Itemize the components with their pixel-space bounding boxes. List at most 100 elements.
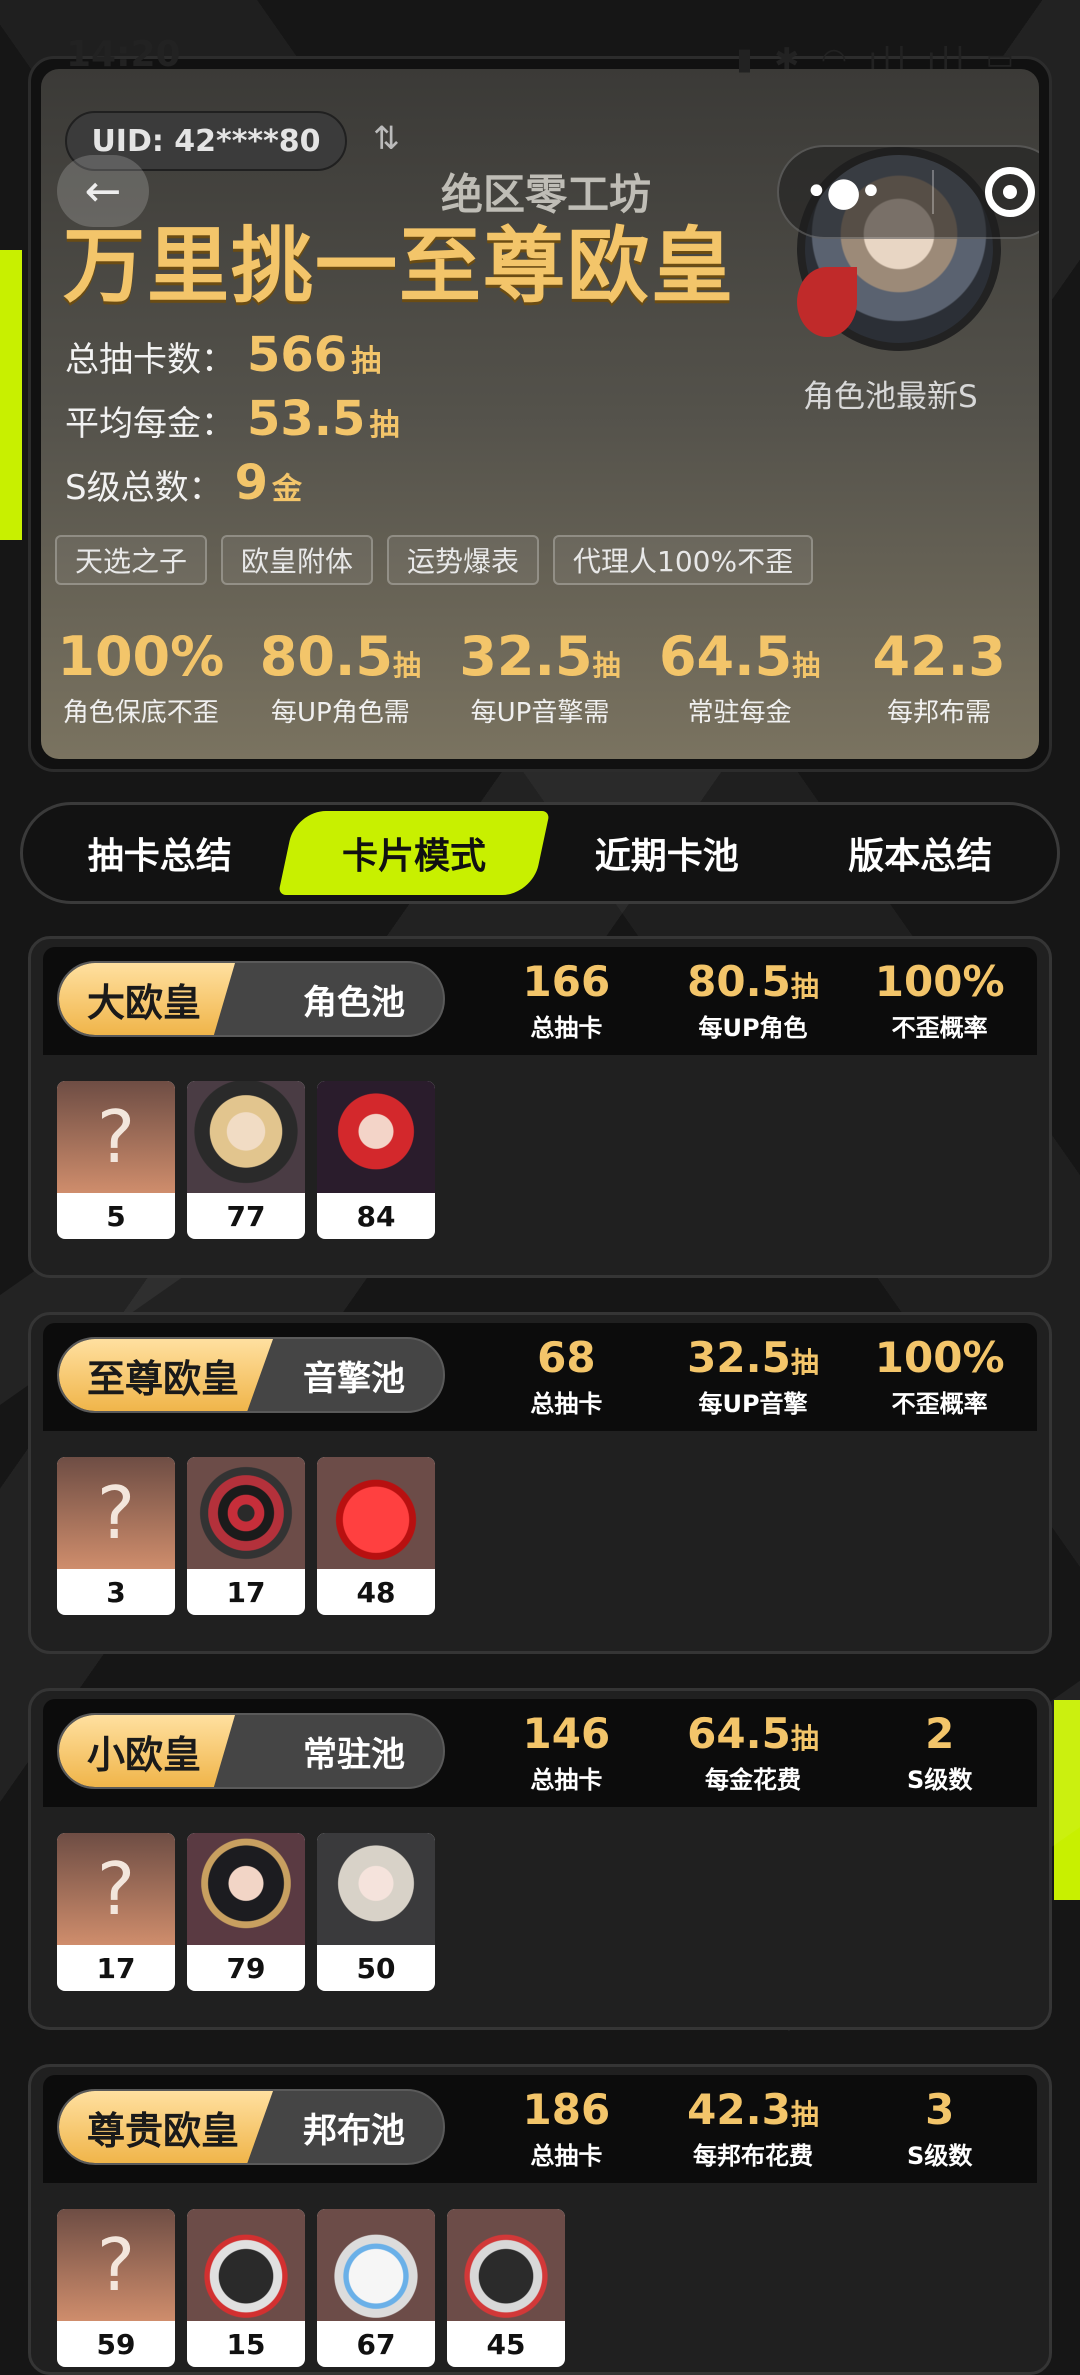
pull-items: ? 17 79 50 [57,1833,435,1991]
pool-stat-value: 80.5 [687,957,791,1006]
pool-pill: 小欧皇 常驻池 [57,1713,445,1789]
pool-stat-value: 32.5 [687,1333,791,1382]
pool-stat-value: 166 [522,957,611,1006]
close-target-icon[interactable] [985,167,1036,217]
pool-stat: 146 总抽卡 [473,1709,660,1795]
pool-pill: 尊贵欧皇 邦布池 [57,2089,445,2165]
tab-summary[interactable]: 抽卡总结 [33,811,287,895]
tab-card-mode[interactable]: 卡片模式 [277,811,549,895]
stat-unit: 抽 [369,408,400,443]
pool-stat-value: 186 [522,2085,611,2134]
metric-label: 每邦布需 [887,698,992,728]
pull-count: 59 [96,2327,136,2361]
pool-stat: 68 总抽卡 [473,1333,660,1419]
pool-stat-value: 2 [925,1709,955,1758]
metric: 64.5抽 常驻每金 [640,625,840,729]
metric-label: 每UP角色需 [271,698,410,728]
pool-stat-label: 不歪概率 [891,1014,988,1042]
pending-pull-item[interactable]: ? 3 [57,1457,175,1615]
pull-item[interactable]: 84 [317,1081,435,1239]
pool-type: 常驻池 [303,1734,405,1775]
stat-s-total: S级总数： 9 金 [65,455,302,511]
pull-item[interactable]: 45 [447,2209,565,2367]
pull-item[interactable]: 48 [317,1457,435,1615]
stat-unit: 金 [272,472,302,507]
pool-stat-label: S级数 [907,1766,973,1794]
pool-card-character[interactable]: 大欧皇 角色池 166 总抽卡 80.5抽 每UP角色 100% 不歪概率 ? 5 77… [28,936,1052,1278]
more-dots-icon[interactable]: •●• [805,169,883,215]
stat-unit: 抽 [351,344,382,379]
pool-stat-label: 不歪概率 [891,1390,988,1418]
stat-label: S级总数： [65,468,223,508]
metric-unit: 抽 [592,649,621,682]
pool-rank: 尊贵欧皇 [59,2091,274,2163]
avatar-label: 角色池最新S [803,379,978,415]
pool-stat-value: 100% [874,957,1005,1006]
pull-item[interactable]: 67 [317,2209,435,2367]
pool-stat-label: 总抽卡 [530,1390,603,1418]
capsule-divider [932,170,935,214]
pull-count: 79 [226,1951,266,1985]
pull-item[interactable]: 50 [317,1833,435,1991]
pool-stat-label: 总抽卡 [530,2142,603,2170]
tab-label: 卡片模式 [341,836,486,877]
mode-tabs: 抽卡总结 卡片模式 近期卡池 版本总结 [20,802,1060,904]
pull-item[interactable]: 17 [187,1457,305,1615]
stat-value: 9 [234,455,268,511]
stat-value: 53.5 [247,391,366,447]
pool-pill: 至尊欧皇 音擎池 [57,1337,445,1413]
question-icon: ? [57,1833,175,1945]
pool-stat-label: S级数 [907,2142,973,2170]
pull-item[interactable]: 15 [187,2209,305,2367]
status-time: 14:20 [66,34,181,75]
pull-items: ? 3 17 48 [57,1457,435,1615]
tag: 代理人100%不歪 [553,535,814,585]
pool-stat-unit: 抽 [790,1722,819,1755]
stat-avg-per-gold: 平均每金： 53.5 抽 [65,391,399,447]
pending-pull-item[interactable]: ? 59 [57,2209,175,2367]
profile-summary-card: UID: 42****80 ⇅ ← 绝区零工坊 •●• 角色池最新S 万里挑一至… [28,56,1052,772]
metric-value: 80.5 [259,625,393,688]
agent-portrait [187,1081,305,1193]
pool-stat-value: 64.5 [687,1709,791,1758]
pool-stat-unit: 抽 [790,970,819,1003]
pool-stat: 80.5抽每UP角色 [660,957,847,1043]
pool-rank: 小欧皇 [59,1715,236,1787]
agent-portrait [317,1833,435,1945]
pending-pull-item[interactable]: ? 17 [57,1833,175,1991]
tab-version-summary[interactable]: 版本总结 [794,811,1048,895]
pending-pull-item[interactable]: ? 5 [57,1081,175,1239]
miniapp-capsule[interactable]: •●• [777,145,1039,239]
pool-card-bangboo[interactable]: 尊贵欧皇 邦布池 186 总抽卡 42.3抽 每邦布花费 3 S级数 ? 59 15 6… [28,2064,1052,2375]
pool-stat-value: 68 [537,1333,596,1382]
pool-stat-unit: 抽 [790,2098,819,2131]
pull-count: 48 [356,1575,396,1609]
pool-card-engine[interactable]: 至尊欧皇 音擎池 68 总抽卡 32.5抽 每UP音擎 100% 不歪概率 ? 3 17… [28,1312,1052,1654]
pool-card-standard[interactable]: 小欧皇 常驻池 146 总抽卡 64.5抽 每金花费 2 S级数 ? 17 79 50 [28,1688,1052,2030]
pool-stat-label: 每UP音擎 [698,1390,808,1418]
pool-header: 至尊欧皇 音擎池 68 总抽卡 32.5抽 每UP音擎 100% 不歪概率 [43,1323,1037,1431]
pool-stat: 64.5抽 每金花费 [660,1709,847,1795]
stat-label: 总抽卡数： [65,340,235,380]
stat-value: 566 [247,327,348,383]
pool-pill: 大欧皇 角色池 [57,961,445,1037]
pool-stat-value: 3 [925,2085,955,2134]
pull-item[interactable]: 79 [187,1833,305,1991]
agent-portrait [187,1833,305,1945]
pool-stat: 100% 不歪概率 [846,1333,1033,1419]
pull-count: 15 [226,2327,266,2361]
pull-count: 17 [96,1951,136,1985]
pool-stat-label: 每UP角色 [698,1014,808,1042]
swap-icon[interactable]: ⇅ [373,119,400,157]
metric: 32.5抽 每UP音擎需 [440,625,640,729]
pull-item[interactable]: 77 [187,1081,305,1239]
status-bar: 14:20 ▮ ✱ ◠ ıll ıll ▭ [0,0,1080,77]
metric-value: 64.5 [658,625,793,688]
status-icons: ▮ ✱ ◠ ıll ıll ▭ [736,42,1020,77]
metrics-row: 100% 角色保底不歪 80.5抽 每UP角色需 32.5抽 每UP音擎需 64.5抽… [41,625,1039,729]
pool-header: 小欧皇 常驻池 146 总抽卡 64.5抽 每金花费 2 S级数 [43,1699,1037,1807]
w-engine-icon [317,1457,435,1569]
tab-recent-pools[interactable]: 近期卡池 [540,811,794,895]
metric-value: 42.3 [872,625,1006,688]
stat-total-pulls: 总抽卡数： 566 抽 [65,327,381,383]
